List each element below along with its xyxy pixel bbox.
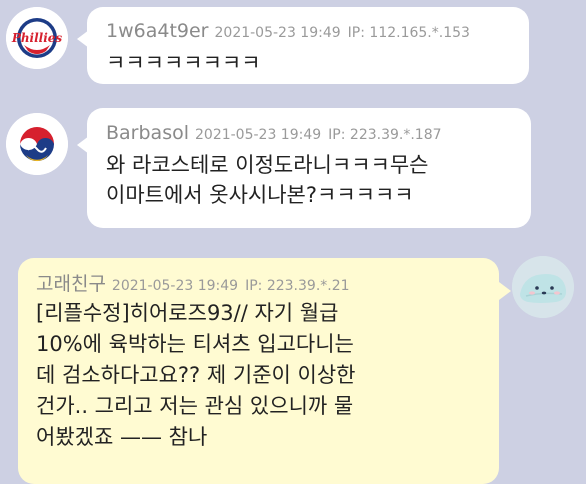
- comment-line: 10%에 육박하는 티셔츠 입고다니는: [36, 332, 354, 356]
- phillies-logo-icon: Phillies: [6, 7, 68, 69]
- comment-time: 2021-05-23 19:49: [214, 25, 341, 41]
- comment-ip: IP: 112.165.*.153: [347, 25, 470, 41]
- comment-text: [리플수정]히어로즈93// 자기 월급 10%에 육박하는 티셔츠 입고다니는…: [36, 298, 355, 453]
- comment-ip: IP: 223.39.*.21: [245, 278, 350, 294]
- comment-line: 와 라코스테로 이정도라니ㅋㅋㅋ무슨: [106, 153, 429, 177]
- avatar[interactable]: [6, 113, 68, 175]
- avatar[interactable]: [512, 256, 574, 318]
- comment-line: 이마트에서 옷사시나본?ㅋㅋㅋㅋㅋ: [106, 183, 414, 207]
- comment-meta: Barbasol 2021-05-23 19:49 IP: 223.39.*.187: [106, 122, 442, 144]
- comment-text: ㅋㅋㅋㅋㅋㅋㅋㅋ: [106, 48, 261, 78]
- comment-nickname[interactable]: 고래친구: [36, 273, 106, 295]
- comment-meta: 1w6a4t9er 2021-05-23 19:49 IP: 112.165.*.1…: [106, 20, 470, 42]
- svg-text:Phillies: Phillies: [11, 31, 63, 45]
- bubble-tail: [499, 282, 511, 300]
- comment-time: 2021-05-23 19:49: [111, 278, 239, 294]
- comment-line: [리플수정]히어로즈93// 자기 월급: [36, 301, 339, 325]
- avatar[interactable]: Phillies: [6, 7, 68, 69]
- comment-line: ㅋㅋㅋㅋㅋㅋㅋㅋ: [106, 51, 261, 75]
- comment-line: 건가.. 그리고 저는 관심 있으니까 물: [36, 394, 354, 418]
- comment-ip: IP: 223.39.*.187: [328, 127, 442, 143]
- comment-time: 2021-05-23 19:49: [195, 127, 322, 143]
- comment-nickname[interactable]: Barbasol: [106, 122, 189, 144]
- comment-meta: 고래친구 2021-05-23 19:49 IP: 223.39.*.21: [36, 269, 350, 296]
- kbo-emblem-icon: [6, 113, 68, 175]
- whale-icon: [512, 256, 574, 318]
- comment-line: 데 검소하다고요?? 제 기준이 이상한: [36, 363, 356, 387]
- comment-nickname[interactable]: 1w6a4t9er: [106, 20, 209, 42]
- comment-text: 와 라코스테로 이정도라니ㅋㅋㅋ무슨 이마트에서 옷사시나본?ㅋㅋㅋㅋㅋ: [106, 150, 428, 210]
- comment-line: 어봤겠죠 —— 참나: [36, 425, 208, 449]
